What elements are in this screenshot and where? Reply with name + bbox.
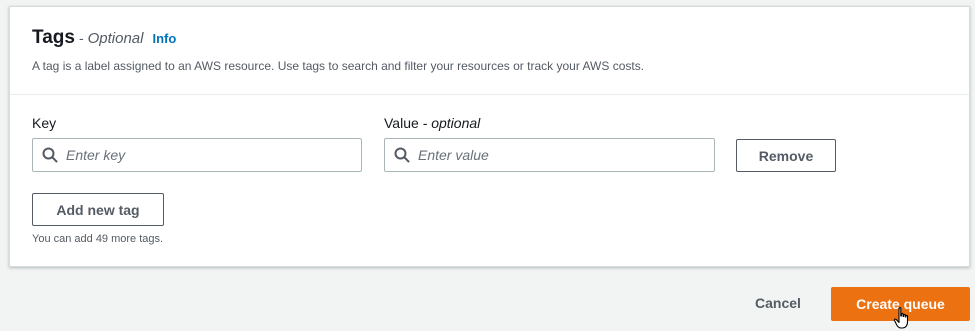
cancel-button[interactable]: Cancel — [755, 295, 801, 311]
info-link[interactable]: Info — [152, 31, 176, 46]
search-icon — [42, 147, 58, 163]
value-label-text: Value — [384, 115, 419, 131]
remaining-tags-hint: You can add 49 more tags. — [32, 233, 164, 245]
optional-label: Optional — [87, 30, 144, 47]
key-input[interactable] — [66, 141, 354, 169]
tags-title-row: Tags - Optional Info — [32, 27, 176, 49]
tags-description: A tag is a label assigned to an AWS reso… — [32, 59, 645, 73]
key-label-text: Key — [32, 115, 57, 131]
key-input-box[interactable] — [32, 138, 362, 172]
add-new-tag-button[interactable]: Add new tag — [32, 193, 164, 226]
value-label-optional: - optional — [422, 115, 481, 131]
hand-pointer-icon — [893, 307, 909, 329]
key-label: Key — [32, 115, 56, 131]
tags-panel: Tags - Optional Info A tag is a label as… — [9, 6, 970, 267]
value-label: Value - optional — [384, 115, 480, 131]
value-input[interactable] — [418, 141, 707, 169]
search-icon — [394, 147, 410, 163]
tags-panel-header: Tags - Optional Info A tag is a label as… — [10, 7, 969, 95]
title-separator: - — [78, 30, 84, 46]
value-input-box[interactable] — [384, 138, 715, 172]
remove-tag-button[interactable]: Remove — [736, 139, 836, 172]
tags-title: Tags — [32, 27, 75, 48]
